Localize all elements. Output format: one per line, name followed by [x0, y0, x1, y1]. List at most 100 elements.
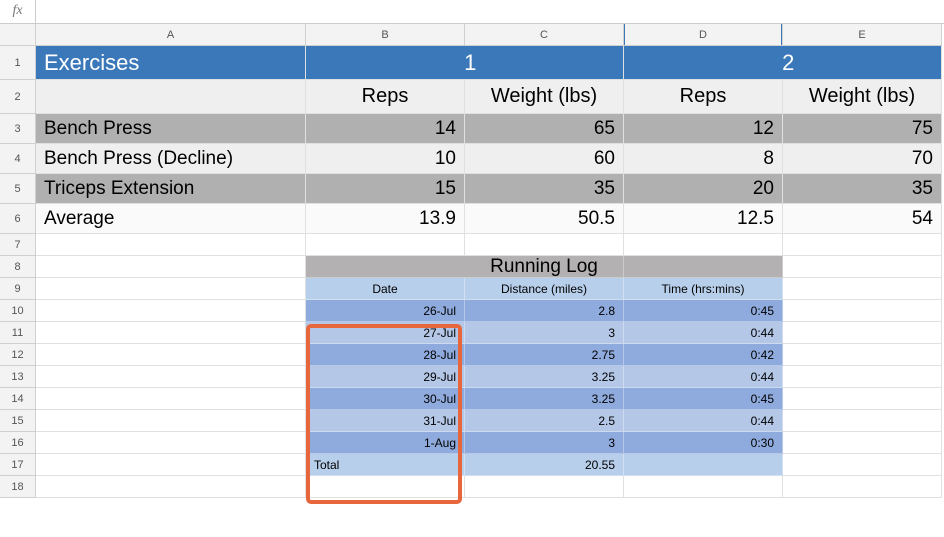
cell[interactable] [36, 278, 306, 300]
cell[interactable] [36, 432, 306, 454]
spreadsheet-grid[interactable]: A B C D E 1 Exercises Set 1 Set 2 2 Reps… [0, 24, 944, 498]
log-dist-header[interactable]: Distance (miles) [465, 278, 624, 300]
row-header[interactable]: 13 [0, 366, 36, 388]
cell[interactable] [783, 322, 942, 344]
cell-value[interactable]: 60 [465, 144, 624, 174]
row-header[interactable]: 1 [0, 46, 36, 80]
row-header[interactable]: 14 [0, 388, 36, 410]
cell[interactable] [624, 476, 783, 498]
cell[interactable] [306, 256, 465, 278]
cell-value[interactable]: 13.9 [306, 204, 465, 234]
log-dist[interactable]: 3.25 [465, 366, 624, 388]
log-dist[interactable]: 3 [465, 432, 624, 454]
cell[interactable] [36, 80, 306, 114]
log-date[interactable]: 31-Jul [306, 410, 465, 432]
set2-header-span[interactable]: Set 2 [783, 46, 942, 80]
log-dist[interactable]: 2.5 [465, 410, 624, 432]
cell[interactable] [465, 234, 624, 256]
cell[interactable] [465, 476, 624, 498]
cell[interactable] [624, 256, 783, 278]
cell[interactable] [783, 278, 942, 300]
cell[interactable] [36, 256, 306, 278]
col-header-e[interactable]: E [783, 24, 942, 46]
log-total-label[interactable]: Total [306, 454, 465, 476]
cell[interactable] [36, 366, 306, 388]
cell-value[interactable]: 35 [783, 174, 942, 204]
cell-value[interactable]: 12 [624, 114, 783, 144]
cell[interactable] [306, 476, 465, 498]
log-date[interactable]: 29-Jul [306, 366, 465, 388]
log-dist[interactable]: 2.75 [465, 344, 624, 366]
exercise-name[interactable]: Bench Press (Decline) [36, 144, 306, 174]
col-header-b[interactable]: B [306, 24, 465, 46]
formula-input[interactable] [36, 0, 944, 23]
log-date-header[interactable]: Date [306, 278, 465, 300]
cell-value[interactable]: 10 [306, 144, 465, 174]
cell[interactable] [783, 256, 942, 278]
col-header-d[interactable]: D [624, 24, 783, 46]
row-header[interactable]: 4 [0, 144, 36, 174]
cell[interactable] [783, 344, 942, 366]
running-log-title[interactable]: Running Log [465, 256, 624, 278]
log-date[interactable]: 30-Jul [306, 388, 465, 410]
row-header[interactable]: 18 [0, 476, 36, 498]
col-header-a[interactable]: A [36, 24, 306, 46]
cell[interactable] [783, 432, 942, 454]
log-dist[interactable]: 3.25 [465, 388, 624, 410]
log-time[interactable]: 0:42 [624, 344, 783, 366]
cell[interactable] [36, 454, 306, 476]
row-header[interactable]: 8 [0, 256, 36, 278]
cell-value[interactable]: 70 [783, 144, 942, 174]
row-header[interactable]: 17 [0, 454, 36, 476]
log-time-header[interactable]: Time (hrs:mins) [624, 278, 783, 300]
log-date[interactable]: 26-Jul [306, 300, 465, 322]
row-header[interactable]: 2 [0, 80, 36, 114]
reps-header-1[interactable]: Reps [306, 80, 465, 114]
average-label[interactable]: Average [36, 204, 306, 234]
exercises-title[interactable]: Exercises [36, 46, 306, 80]
row-header[interactable]: 9 [0, 278, 36, 300]
cell-value[interactable]: 50.5 [465, 204, 624, 234]
cell-value[interactable]: 12.5 [624, 204, 783, 234]
cell[interactable] [306, 234, 465, 256]
corner-header[interactable] [0, 24, 36, 46]
set1-header[interactable] [306, 46, 465, 80]
cell-value[interactable]: 65 [465, 114, 624, 144]
cell-value[interactable]: 8 [624, 144, 783, 174]
col-header-c[interactable]: C [465, 24, 624, 46]
cell[interactable] [36, 344, 306, 366]
cell[interactable] [783, 476, 942, 498]
cell[interactable] [624, 234, 783, 256]
cell[interactable] [36, 322, 306, 344]
log-date[interactable]: 28-Jul [306, 344, 465, 366]
row-header[interactable]: 12 [0, 344, 36, 366]
log-time[interactable]: 0:45 [624, 300, 783, 322]
log-time[interactable]: 0:44 [624, 366, 783, 388]
cell[interactable] [783, 234, 942, 256]
cell-value[interactable]: 54 [783, 204, 942, 234]
log-total-dist[interactable]: 20.55 [465, 454, 624, 476]
row-header[interactable]: 6 [0, 204, 36, 234]
row-header[interactable]: 15 [0, 410, 36, 432]
cell[interactable] [783, 300, 942, 322]
cell-value[interactable]: 15 [306, 174, 465, 204]
log-dist[interactable]: 3 [465, 322, 624, 344]
cell-value[interactable]: 20 [624, 174, 783, 204]
row-header[interactable]: 11 [0, 322, 36, 344]
cell[interactable] [783, 366, 942, 388]
log-time[interactable]: 0:44 [624, 410, 783, 432]
row-header[interactable]: 7 [0, 234, 36, 256]
row-header[interactable]: 10 [0, 300, 36, 322]
log-time[interactable]: 0:30 [624, 432, 783, 454]
log-date[interactable]: 1-Aug [306, 432, 465, 454]
exercise-name[interactable]: Triceps Extension [36, 174, 306, 204]
log-date[interactable]: 27-Jul [306, 322, 465, 344]
log-time[interactable]: 0:44 [624, 322, 783, 344]
reps-header-2[interactable]: Reps [624, 80, 783, 114]
cell[interactable] [624, 454, 783, 476]
log-time[interactable]: 0:45 [624, 388, 783, 410]
log-dist[interactable]: 2.8 [465, 300, 624, 322]
cell[interactable] [36, 476, 306, 498]
cell-value[interactable]: 35 [465, 174, 624, 204]
exercise-name[interactable]: Bench Press [36, 114, 306, 144]
